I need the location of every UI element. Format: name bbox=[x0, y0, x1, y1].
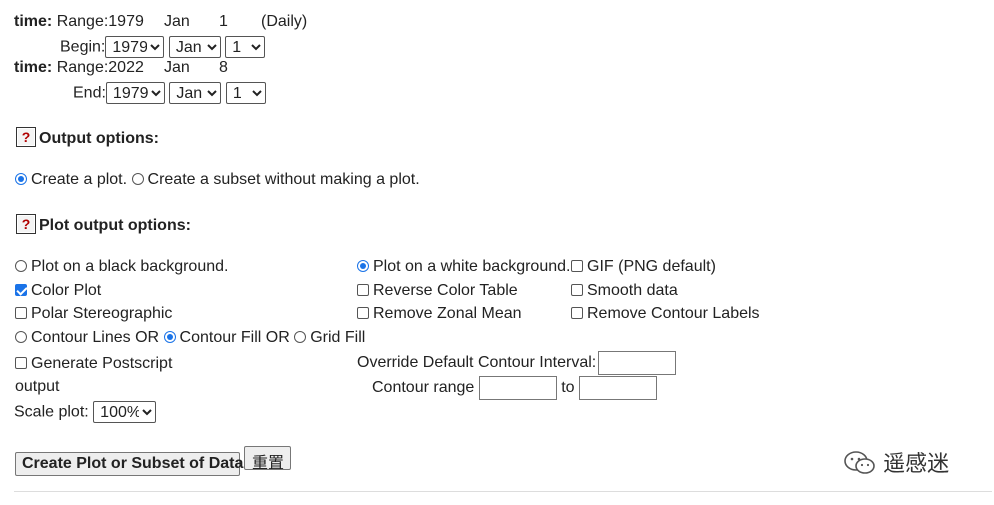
reset-button[interactable]: 重置 bbox=[244, 446, 292, 472]
plot-output-options-header: ? Plot output options: bbox=[16, 214, 191, 235]
polar-label: Polar Stereographic bbox=[31, 305, 173, 322]
help-icon[interactable]: ? bbox=[16, 127, 36, 147]
white-bg-label: Plot on a white background. bbox=[373, 258, 571, 275]
black-bg-label: Plot on a black background. bbox=[31, 258, 229, 275]
gif-label: GIF (PNG default) bbox=[587, 258, 716, 275]
contour-interval-input[interactable] bbox=[598, 351, 677, 375]
output-options-header: ? Output options: bbox=[16, 127, 159, 148]
time-label: time: bbox=[14, 13, 53, 30]
contour-range-row: Contour range to bbox=[372, 376, 657, 400]
range-year: 2022 bbox=[108, 59, 144, 76]
polar-checkbox[interactable] bbox=[15, 307, 27, 319]
contour-type-row: Contour Lines OR Contour Fill OR Grid Fi… bbox=[15, 329, 365, 347]
end-month-select[interactable]: Jan bbox=[169, 82, 222, 104]
white-bg-radio[interactable] bbox=[357, 260, 369, 272]
color-plot-option: Color Plot bbox=[15, 282, 101, 300]
end-year-select[interactable]: 1979 bbox=[105, 82, 165, 104]
reverse-color-label: Reverse Color Table bbox=[373, 282, 518, 299]
color-plot-label: Color Plot bbox=[31, 282, 102, 299]
reverse-color-checkbox[interactable] bbox=[357, 284, 369, 296]
button-row: Create Plot or Subset of Data 重置 bbox=[15, 446, 292, 476]
time-label: time: bbox=[14, 59, 53, 76]
contour-range-label: Contour range bbox=[372, 379, 475, 396]
contour-lines-label: Contour Lines OR bbox=[31, 329, 160, 346]
time-begin-field-row: Begin: 1979 Jan 1 bbox=[60, 36, 266, 58]
range-month: Jan bbox=[164, 13, 190, 30]
postscript-label: Generate Postscript bbox=[31, 355, 173, 372]
contour-fill-label: Contour Fill OR bbox=[179, 329, 290, 346]
svg-text:?: ? bbox=[22, 129, 31, 145]
remove-zonal-option: Remove Zonal Mean bbox=[357, 305, 522, 323]
range-day: 1 bbox=[219, 13, 228, 30]
create-plot-radio[interactable] bbox=[15, 173, 27, 185]
end-label: End: bbox=[73, 84, 106, 102]
override-interval-row: Override Default Contour Interval: bbox=[357, 351, 677, 375]
black-bg-option: Plot on a black background. bbox=[15, 258, 228, 276]
end-day-select[interactable]: 1 bbox=[225, 82, 266, 104]
remove-contour-labels-label: Remove Contour Labels bbox=[587, 305, 760, 322]
begin-year-select[interactable]: 1979 bbox=[105, 36, 165, 58]
create-subset-label: Create a subset without making a plot. bbox=[147, 171, 420, 188]
to-label: to bbox=[561, 379, 575, 396]
begin-day-select[interactable]: 1 bbox=[225, 36, 266, 58]
output-options-row: Create a plot. Create a subset without m… bbox=[15, 171, 420, 189]
create-subset-radio[interactable] bbox=[131, 173, 144, 185]
range-label: Range: bbox=[56, 13, 109, 30]
grid-fill-label: Grid Fill bbox=[310, 329, 366, 346]
contour-range-max-input[interactable] bbox=[579, 376, 657, 400]
smooth-checkbox[interactable] bbox=[571, 284, 583, 296]
time-end-range-row: time: Range:2022 bbox=[14, 59, 144, 77]
color-plot-checkbox[interactable] bbox=[15, 284, 27, 296]
begin-month-select[interactable]: Jan bbox=[168, 36, 221, 58]
time-end-field-row: End: 1979 Jan 1 bbox=[73, 82, 266, 104]
watermark-text: 遥感迷 bbox=[883, 451, 950, 476]
polar-option: Polar Stereographic bbox=[15, 305, 172, 323]
svg-text:?: ? bbox=[22, 216, 31, 232]
reverse-color-option: Reverse Color Table bbox=[357, 282, 518, 300]
divider bbox=[14, 491, 992, 492]
remove-contour-labels-checkbox[interactable] bbox=[571, 307, 583, 319]
grid-fill-radio[interactable] bbox=[294, 331, 307, 343]
range-label: Range: bbox=[56, 59, 109, 76]
contour-fill-radio[interactable] bbox=[163, 331, 176, 343]
scale-select[interactable]: 100% bbox=[93, 401, 157, 423]
watermark: 遥感迷 bbox=[843, 446, 949, 478]
remove-zonal-label: Remove Zonal Mean bbox=[373, 305, 522, 322]
range-year: 1979 bbox=[108, 13, 144, 30]
postscript-option: Generate Postscript bbox=[15, 355, 172, 373]
begin-label: Begin: bbox=[60, 38, 106, 56]
remove-contour-labels-option: Remove Contour Labels bbox=[571, 305, 760, 323]
scale-row: Scale plot: 100% bbox=[14, 401, 157, 423]
plot-output-options-title: Plot output options: bbox=[39, 217, 191, 234]
contour-lines-radio[interactable] bbox=[15, 331, 27, 343]
output-options-title: Output options: bbox=[39, 130, 159, 147]
postscript-checkbox[interactable] bbox=[15, 357, 27, 369]
range-note: (Daily) bbox=[261, 13, 308, 30]
postscript-label-cont: output bbox=[15, 378, 60, 395]
smooth-label: Smooth data bbox=[587, 282, 678, 299]
range-month: Jan bbox=[164, 59, 190, 76]
contour-range-min-input[interactable] bbox=[478, 376, 557, 400]
create-plot-label: Create a plot. bbox=[31, 171, 128, 188]
help-icon[interactable]: ? bbox=[16, 214, 36, 234]
time-begin-range-row: time: Range:1979 bbox=[14, 13, 144, 31]
remove-zonal-checkbox[interactable] bbox=[357, 307, 369, 319]
wechat-icon bbox=[844, 451, 875, 474]
range-day: 8 bbox=[219, 59, 228, 76]
create-plot-button[interactable]: Create Plot or Subset of Data bbox=[15, 452, 243, 476]
smooth-option: Smooth data bbox=[571, 282, 678, 300]
gif-option: GIF (PNG default) bbox=[571, 258, 716, 276]
gif-checkbox[interactable] bbox=[571, 260, 583, 272]
white-bg-option: Plot on a white background. bbox=[357, 258, 570, 276]
override-interval-label: Override Default Contour Interval: bbox=[357, 354, 597, 371]
black-bg-radio[interactable] bbox=[15, 260, 27, 272]
scale-label: Scale plot: bbox=[14, 403, 89, 421]
